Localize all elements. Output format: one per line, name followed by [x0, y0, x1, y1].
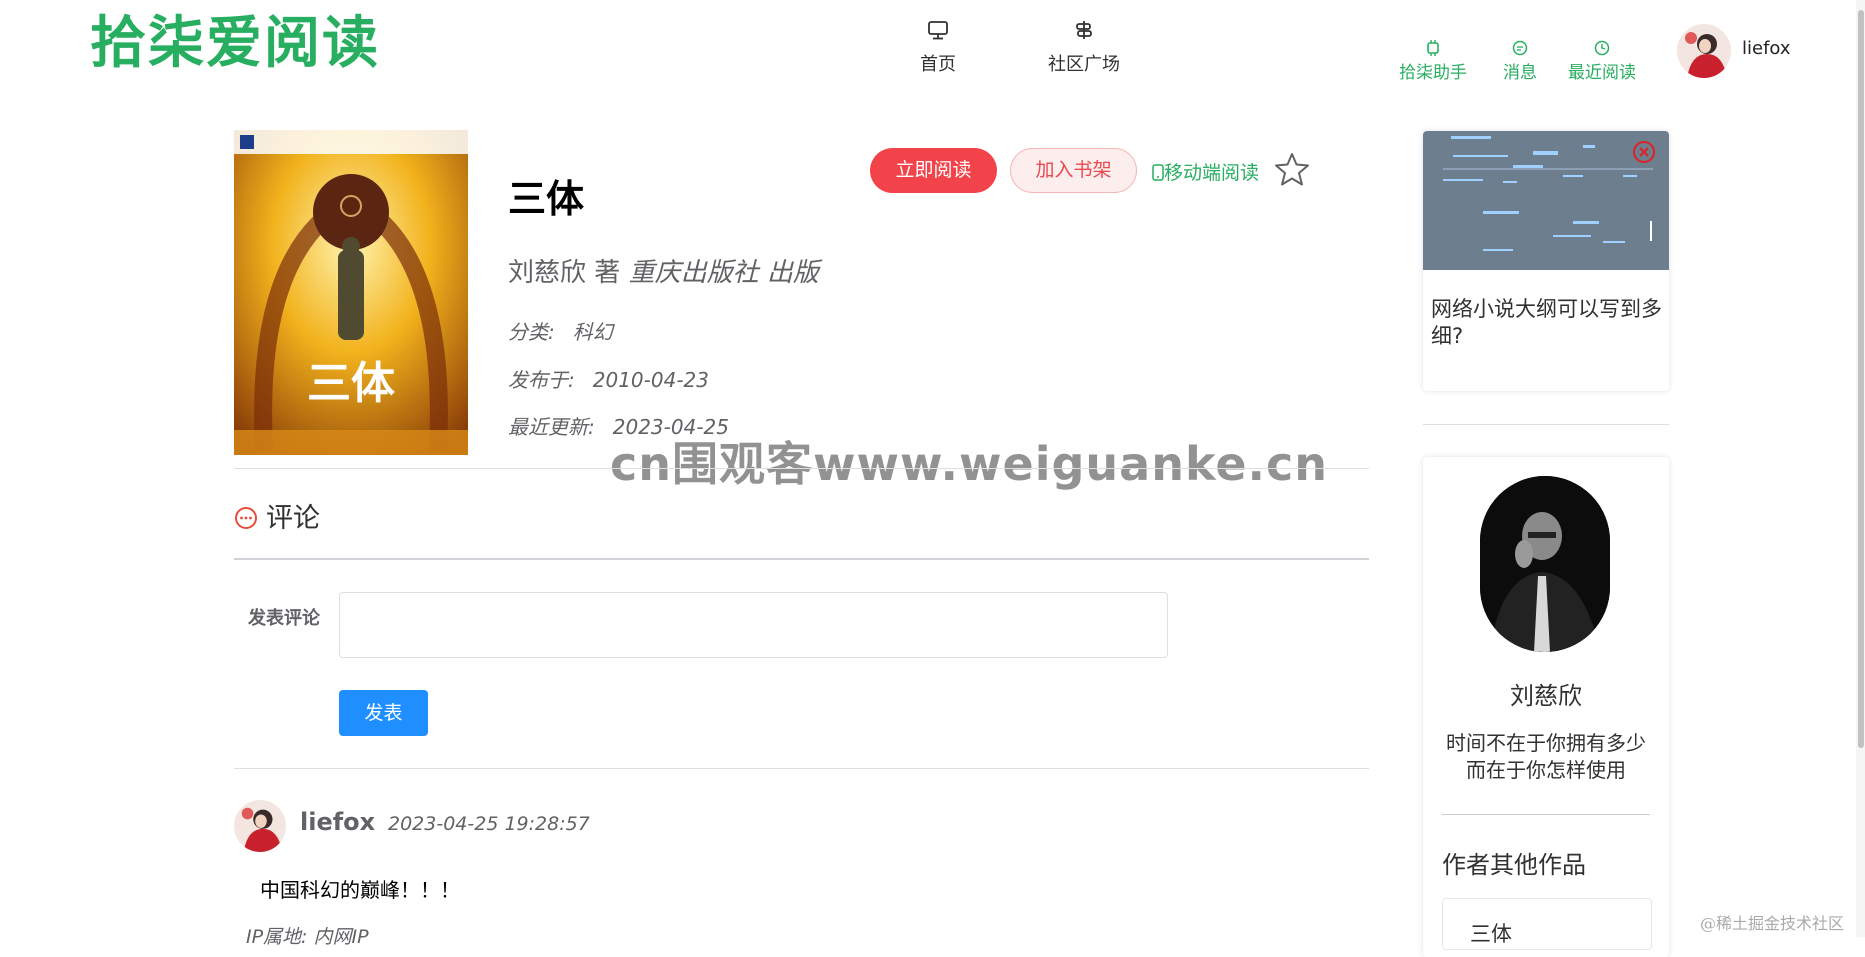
- other-works-heading: 作者其他作品: [1442, 851, 1586, 879]
- comment-time: 2023-04-25 19:28:57: [388, 813, 590, 835]
- commenter-name[interactable]: liefox: [300, 808, 375, 836]
- clock-icon: [1594, 40, 1610, 56]
- commenter-avatar[interactable]: [234, 800, 286, 852]
- author-quote-line-2: 而在于你怎样使用: [1466, 758, 1626, 782]
- username[interactable]: liefox: [1742, 38, 1791, 59]
- author-suffix: 著: [594, 258, 621, 288]
- assistant-link-label: 拾柒助手: [1399, 63, 1467, 83]
- article-card[interactable]: [1423, 131, 1669, 391]
- recent-reading-link-label: 最近阅读: [1568, 63, 1636, 83]
- nav-home[interactable]: 首页: [920, 20, 956, 76]
- close-ad-button[interactable]: [1632, 140, 1656, 168]
- other-work-title[interactable]: 三体: [1470, 918, 1512, 948]
- category-value: 科幻: [572, 320, 613, 344]
- comments-heading: 评论: [234, 496, 320, 535]
- nav-home-label: 首页: [920, 54, 956, 75]
- read-now-button[interactable]: 立即阅读: [870, 148, 997, 193]
- nav-community-label: 社区广场: [1048, 54, 1120, 75]
- category-line: 分类: 科幻: [508, 316, 613, 345]
- book-cover: 三体: [234, 130, 468, 455]
- signpost-icon: [1076, 21, 1092, 39]
- author-name[interactable]: 刘慈欣: [508, 258, 586, 288]
- ip-value: 内网IP: [313, 926, 369, 948]
- category-label: 分类:: [508, 320, 555, 344]
- chip-icon: [1427, 40, 1439, 56]
- divider-author: [1442, 814, 1650, 815]
- published-line: 发布于: 2010-04-23: [508, 364, 709, 393]
- ip-label: IP属地:: [246, 926, 308, 948]
- star-icon: [1275, 153, 1309, 186]
- author-card-name[interactable]: 刘慈欣: [1423, 676, 1669, 711]
- chat-icon: [1512, 40, 1528, 56]
- author-quote: 时间不在于你拥有多少 而在于你怎样使用: [1423, 730, 1669, 784]
- favorite-star-button[interactable]: [1274, 152, 1310, 190]
- publisher-suffix: 出版: [766, 258, 819, 288]
- nav-community[interactable]: 社区广场: [1048, 20, 1120, 76]
- mobile-read-label: 移动端阅读: [1164, 162, 1260, 184]
- post-comment-button[interactable]: 发表: [339, 690, 428, 736]
- page-scrollbar-thumb[interactable]: [1858, 10, 1864, 748]
- watermark-text: cn围观客www.weiguanke.cn: [610, 437, 1329, 491]
- site-logo[interactable]: 拾柒爱阅读: [90, 8, 380, 80]
- divider-post: [234, 768, 1369, 769]
- published-label: 发布于:: [508, 368, 575, 392]
- book-byline: 刘慈欣 著 重庆出版社 出版: [508, 252, 819, 289]
- article-title[interactable]: 网络小说大纲可以写到多细?: [1431, 296, 1666, 350]
- comment-ip: IP属地: 内网IP: [246, 922, 369, 949]
- source-watermark: @稀土掘金技术社区: [1700, 914, 1845, 933]
- comment-input[interactable]: [339, 592, 1168, 658]
- user-avatar[interactable]: [1677, 24, 1731, 78]
- comment-bubble-icon: [235, 507, 257, 529]
- comments-heading-label: 评论: [266, 503, 320, 534]
- svg-text:三体: 三体: [307, 358, 395, 409]
- close-icon: [1633, 141, 1655, 163]
- comment-text: 中国科幻的巅峰！！！: [260, 878, 460, 902]
- recent-reading-link[interactable]: 最近阅读: [1568, 40, 1636, 83]
- phone-icon: [1152, 164, 1164, 181]
- messages-link-label: 消息: [1503, 63, 1537, 83]
- divider-book: [234, 468, 1369, 469]
- assistant-link[interactable]: 拾柒助手: [1399, 40, 1467, 83]
- author-photo[interactable]: [1480, 476, 1610, 652]
- book-title: 三体: [508, 177, 585, 221]
- post-comment-label: 发表评论: [248, 608, 320, 629]
- monitor-icon: [928, 21, 948, 40]
- messages-link[interactable]: 消息: [1503, 40, 1537, 83]
- published-value: 2010-04-23: [592, 368, 709, 392]
- author-quote-line-1: 时间不在于你拥有多少: [1446, 731, 1646, 755]
- add-to-shelf-button[interactable]: 加入书架: [1010, 148, 1137, 193]
- divider-comments: [234, 558, 1369, 560]
- updated-label: 最近更新:: [508, 415, 595, 439]
- publisher-name: 重庆出版社: [628, 258, 759, 288]
- divider-sidebar: [1423, 424, 1669, 425]
- mobile-read-link[interactable]: 移动端阅读: [1152, 158, 1259, 185]
